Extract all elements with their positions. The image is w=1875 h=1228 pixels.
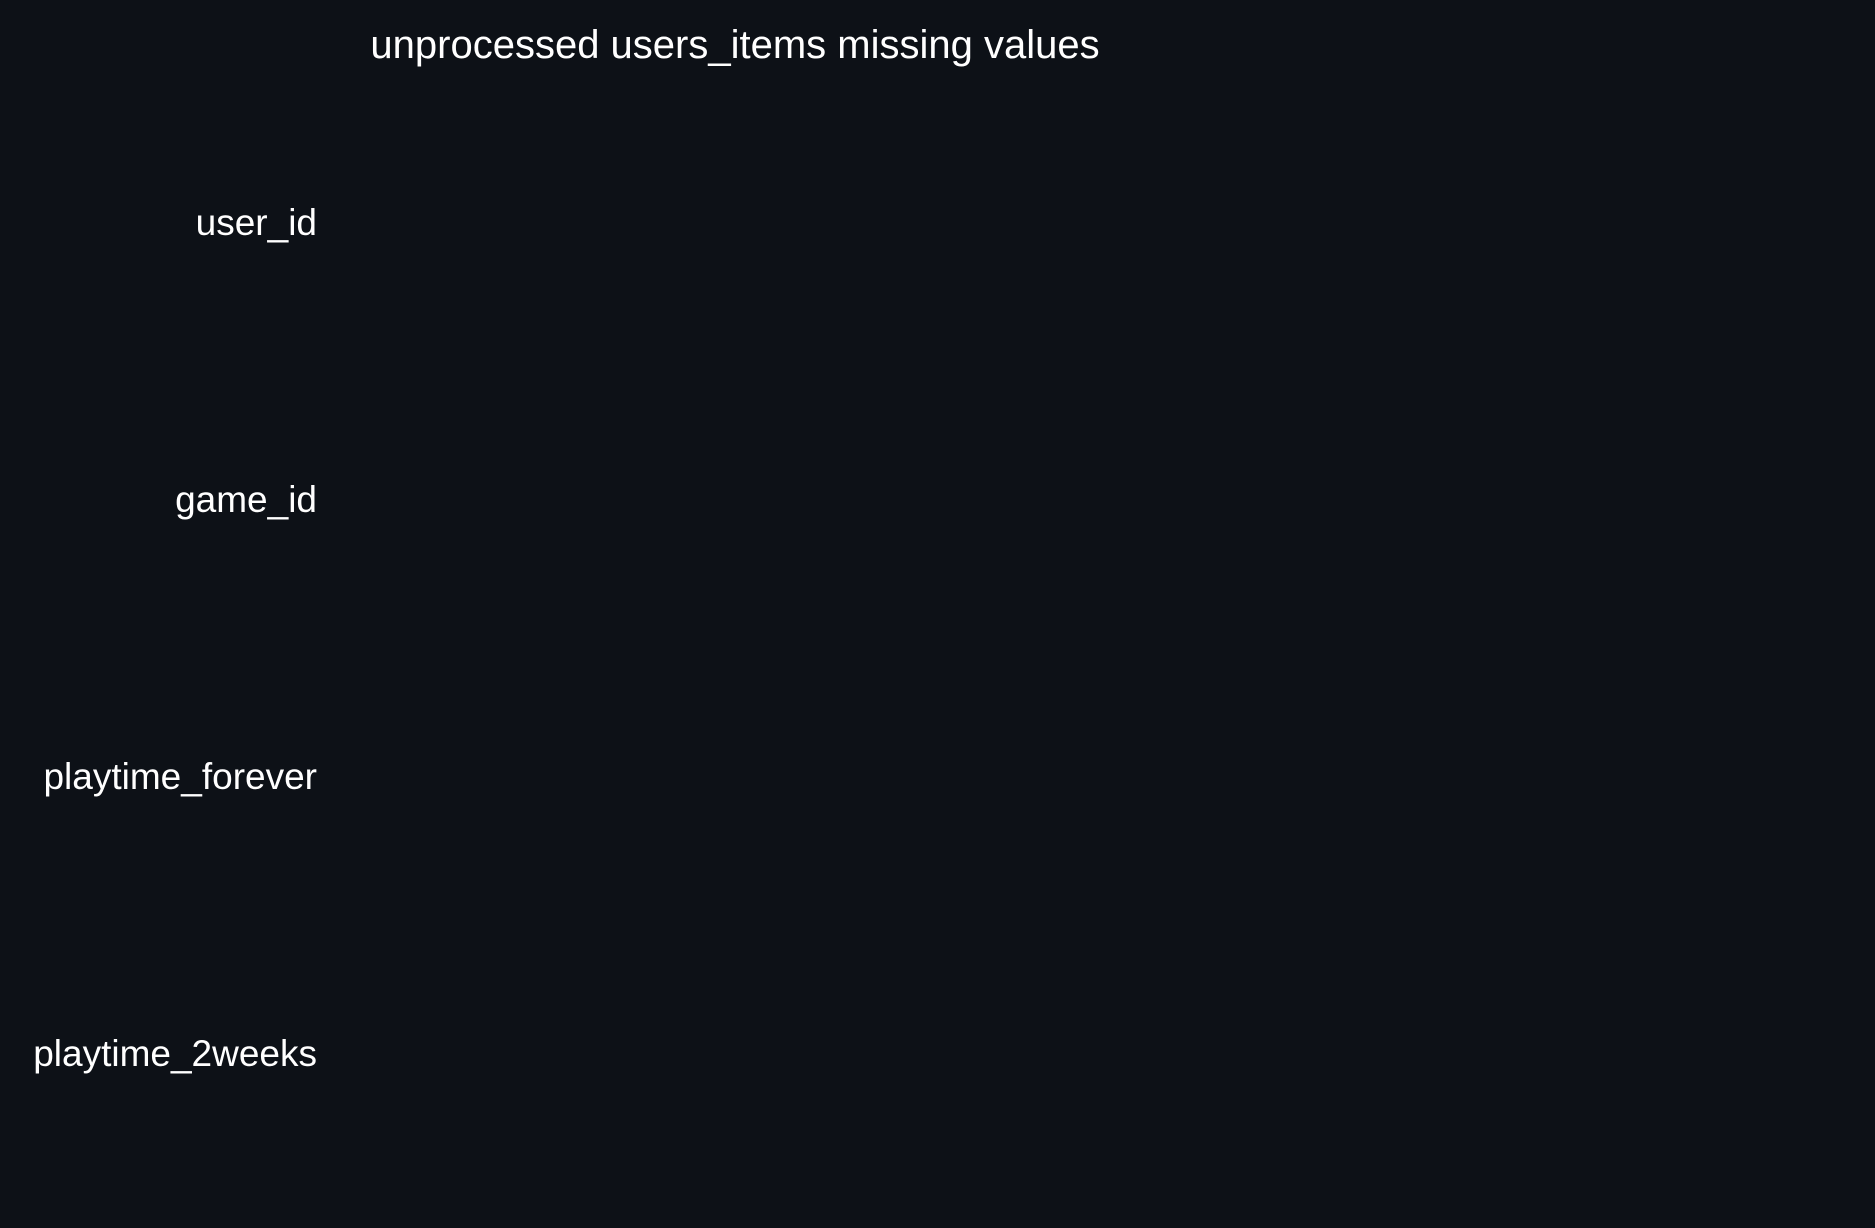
row-label-playtime-forever: playtime_forever — [43, 756, 317, 797]
chart-title: unprocessed users_items missing values — [370, 23, 1099, 67]
row-label-user-id: user_id — [196, 202, 317, 243]
chart-svg: unprocessed users_items missing values u… — [0, 0, 1875, 1223]
row-label-game-id: game_id — [175, 479, 317, 520]
row-label-playtime-2weeks: playtime_2weeks — [33, 1033, 317, 1074]
missing-values-chart: unprocessed users_items missing values u… — [0, 0, 1875, 1223]
